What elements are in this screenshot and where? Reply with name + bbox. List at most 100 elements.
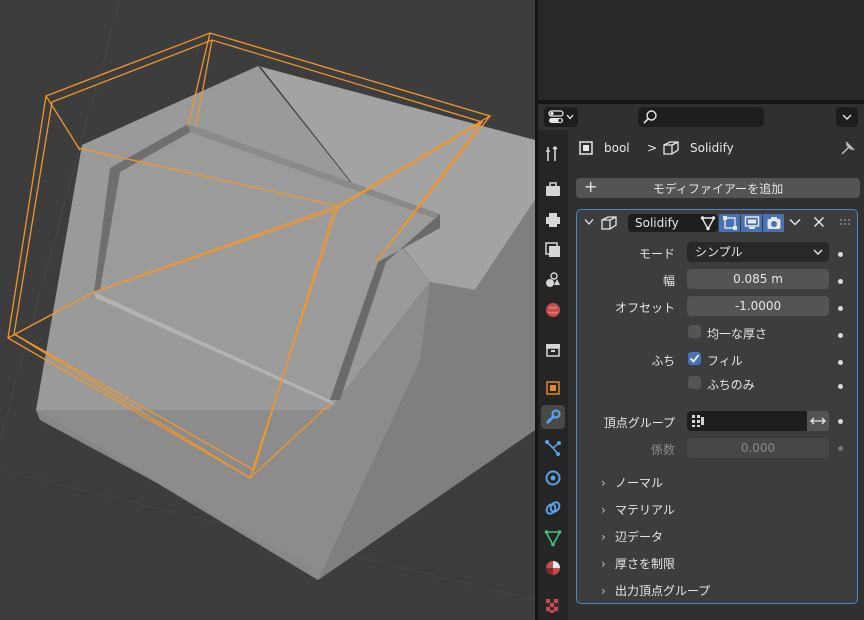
chevron-right-icon: › [601, 557, 606, 571]
pin-icon[interactable] [840, 140, 856, 156]
scene-icon [546, 272, 560, 287]
search-input[interactable] [638, 107, 764, 127]
object-icon [546, 381, 560, 395]
modifier-panel-header: Solidify [577, 210, 857, 236]
invert-vertex-group-button[interactable] [807, 411, 829, 431]
collapse-chevron-icon[interactable] [584, 218, 594, 226]
subpanel-output-vertex-groups[interactable]: › 出力頂点グループ [601, 582, 710, 599]
subpanel-label: 厚さを制限 [615, 557, 676, 571]
options-dropdown-button[interactable] [836, 107, 858, 127]
thickness-label: 幅 [662, 274, 675, 288]
tab-particles[interactable] [541, 436, 565, 460]
constraints-icon [545, 501, 561, 515]
chevron-down-icon[interactable] [789, 218, 801, 226]
tab-modifiers[interactable] [541, 405, 565, 429]
chevron-right-icon: › [601, 584, 606, 598]
properties-editor-icon [548, 110, 564, 123]
subpanel-materials[interactable]: › マテリアル [601, 501, 675, 518]
tab-object[interactable] [541, 376, 565, 400]
chevron-right-icon: › [601, 503, 606, 517]
on-cage-toggle[interactable] [719, 214, 740, 232]
modifier-properties: bool > Solidify + モディファイアーを追加 Solidify モ… [568, 130, 864, 620]
viewport-scene [0, 0, 535, 601]
keyframe-dot[interactable] [838, 333, 843, 338]
breadcrumb: bool > Solidify [568, 138, 864, 160]
keyframe-dot[interactable] [838, 384, 843, 389]
even-thickness-checkbox[interactable] [688, 325, 701, 338]
tab-scene[interactable] [541, 268, 565, 292]
material-icon [546, 561, 560, 575]
tab-data[interactable] [541, 526, 565, 550]
monitor-icon [744, 216, 759, 229]
thickness-field[interactable]: 0.085 m [687, 269, 829, 289]
drag-handle-icon[interactable] [839, 218, 851, 226]
world-icon [546, 303, 560, 317]
even-thickness-label: 均一な厚さ [707, 327, 768, 341]
mode-dropdown[interactable]: シンプル [687, 242, 829, 262]
tab-material[interactable] [541, 556, 565, 580]
properties-tabs [538, 130, 568, 620]
add-modifier-button[interactable]: + モディファイアーを追加 [576, 177, 860, 198]
factor-label: 係数 [650, 443, 675, 457]
search-icon [643, 110, 657, 124]
tab-texture[interactable] [541, 594, 565, 618]
subpanel-thickness-clamp[interactable]: › 厚さを制限 [601, 555, 675, 572]
solidify-modifier-panel: Solidify モード シンプル 幅 0.085 m オフセット -1.000… [576, 209, 858, 604]
breadcrumb-object: bool [604, 141, 630, 155]
chevron-down-icon [842, 114, 852, 120]
factor-field[interactable]: 0.000 [687, 438, 829, 458]
keyframe-dot[interactable] [838, 306, 843, 311]
solidify-modifier-icon [601, 216, 617, 230]
plus-icon: + [584, 177, 598, 196]
offset-field[interactable]: -1.0000 [687, 296, 829, 316]
tab-world[interactable] [541, 298, 565, 322]
keyframe-dot[interactable] [838, 360, 843, 365]
view-layer-icon [545, 242, 560, 257]
tab-output[interactable] [541, 208, 565, 232]
tab-view-layer[interactable] [541, 238, 565, 262]
chevron-right-icon: › [601, 476, 606, 490]
tab-physics[interactable] [541, 466, 565, 490]
chevron-down-icon [813, 249, 823, 255]
fill-checkbox[interactable] [688, 352, 701, 365]
edit-mode-icon [700, 216, 715, 231]
properties-header [538, 104, 864, 130]
add-modifier-label: モディファイアーを追加 [652, 181, 784, 196]
vertex-group-field[interactable] [687, 411, 807, 431]
rim-only-checkbox[interactable] [688, 376, 701, 389]
show-render-toggle[interactable] [763, 214, 784, 232]
editor-type-button[interactable] [544, 107, 578, 127]
breadcrumb-modifier: Solidify [690, 141, 734, 155]
subpanel-edge-data[interactable]: › 辺データ [601, 528, 663, 545]
vertex-group-label: 頂点グループ [603, 416, 675, 430]
subpanel-label: マテリアル [615, 503, 675, 517]
edit-mode-toggle[interactable] [697, 214, 718, 232]
tool-icon [546, 145, 558, 161]
modifier-icon [545, 409, 561, 425]
chevron-down-icon [566, 114, 574, 120]
tab-render[interactable] [541, 178, 565, 202]
vertex-group-icon [692, 415, 704, 427]
collection-icon [546, 344, 560, 357]
solidify-modifier-icon [663, 141, 679, 155]
show-viewport-toggle[interactable] [741, 214, 762, 232]
keyframe-dot[interactable] [838, 252, 843, 257]
tab-tool[interactable] [541, 142, 565, 166]
tab-collection[interactable] [541, 338, 565, 362]
particles-icon [545, 440, 561, 456]
outliner-area[interactable] [538, 0, 864, 100]
tab-constraints[interactable] [541, 496, 565, 520]
offset-label: オフセット [614, 301, 675, 315]
breadcrumb-separator: > [647, 141, 658, 155]
subpanel-normals[interactable]: › ノーマル [601, 474, 663, 491]
keyframe-dot[interactable] [838, 446, 843, 451]
close-icon[interactable] [813, 216, 825, 228]
texture-icon [546, 599, 560, 613]
chevron-right-icon: › [601, 530, 606, 544]
keyframe-dot[interactable] [838, 419, 843, 424]
render-icon [546, 182, 560, 196]
data-icon [544, 530, 562, 547]
fill-label: フィル [707, 354, 743, 368]
3d-viewport[interactable] [0, 0, 535, 620]
keyframe-dot[interactable] [838, 279, 843, 284]
